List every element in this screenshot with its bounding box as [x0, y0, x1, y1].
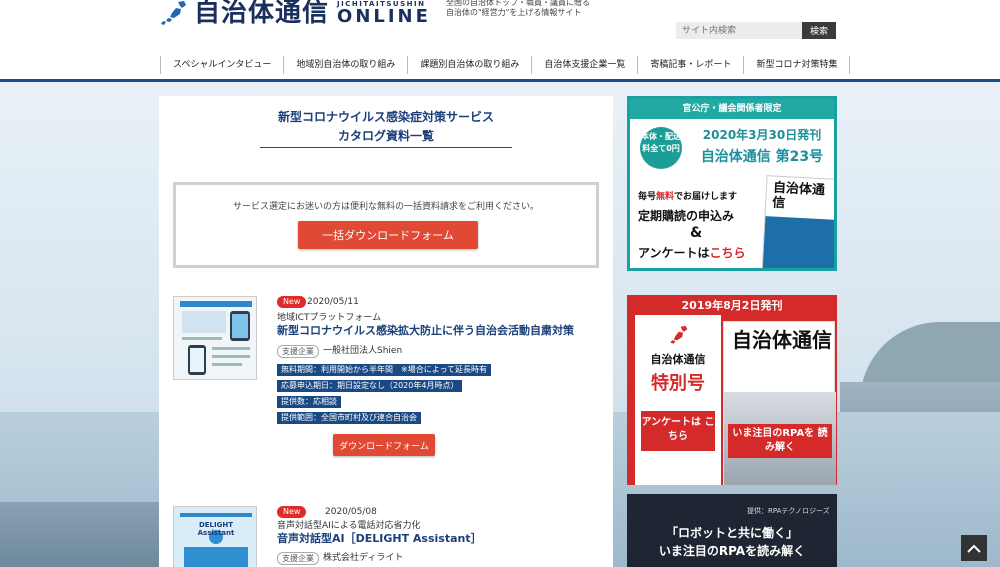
- banner-line1: 「ロボットと共に働く」: [665, 526, 798, 540]
- issue-date: 2019年8月2日発刊: [681, 299, 783, 312]
- subscription-banner[interactable]: 官公庁・議会関係者限定 本体・配送料全て0円 2020年3月30日発刊 自治体通…: [627, 96, 837, 271]
- bulk-request-notice: サービス選定にお迷いの方は便利な無料の一括資料請求をご利用ください。: [232, 202, 539, 212]
- special-issue-banner[interactable]: 2019年8月2日発刊 自治体通信 特別号 アンケートは こちら 自治体通信 い…: [627, 295, 837, 485]
- catalog-entry: New 2020/05/11 地域ICTプラットフォーム 新型コロナウイルス感染…: [173, 296, 599, 466]
- company-name: 一般社団法人Shien: [323, 346, 403, 356]
- nav-special-interview[interactable]: スペシャルインタビュー: [160, 56, 283, 74]
- ampersand: &: [690, 225, 703, 241]
- special-issue-label: 特別号: [651, 373, 705, 394]
- detail-free-period: 無料期間：利用開始から半年間 ※場合によって延長時有: [277, 364, 492, 376]
- issue-number: 自治体通信 第23号: [700, 149, 824, 165]
- main-nav: スペシャルインタビュー 地域別自治体の取り組み 課題別自治体の取り組み 自治体支…: [160, 56, 851, 74]
- detail-scope: 提供範囲：全国市町村及び連合自治会: [277, 412, 421, 424]
- nav-support-companies[interactable]: 自治体支援企業一覧: [531, 56, 637, 74]
- new-badge: New: [277, 296, 307, 308]
- subscribe-text: 定期購読の申込み: [638, 209, 735, 223]
- catalog-thumbnail-image: [174, 507, 256, 567]
- catalog-thumbnail-image: [174, 297, 256, 379]
- company-name: 株式会社ディライト: [323, 553, 404, 563]
- nav-by-issue[interactable]: 課題別自治体の取り組み: [407, 56, 531, 74]
- sponsor-tag: 提供：RPAテクノロジーズ: [747, 507, 830, 515]
- issue-date: 2020年3月30日発刊: [702, 128, 822, 142]
- magazine-cover: 自治体通信: [761, 175, 834, 268]
- entry-date: 2020/05/08: [325, 507, 377, 517]
- site-tagline: 全国の自治体トップ・職員・議員に贈る 自治体の"経営力"を上げる情報サイト: [446, 0, 590, 17]
- page-title: 新型コロナウイルス感染症対策サービス カタログ資料一覧: [277, 110, 494, 143]
- search-button[interactable]: 検索: [802, 22, 836, 39]
- bulk-request-box: サービス選定にお迷いの方は便利な無料の一括資料請求をご利用ください。 一括ダウン…: [173, 182, 599, 268]
- rpa-banner[interactable]: 提供：RPAテクノロジーズ 「ロボットと共に働く」 いま注目のRPAを読み解く: [627, 494, 837, 567]
- bulk-download-button[interactable]: 一括ダウンロードフォーム: [298, 221, 478, 249]
- banner-line2: いま注目のRPAを読み解く: [658, 544, 806, 558]
- site-logo[interactable]: 自治体通信 JICHITAITSUSHIN ONLINE: [160, 0, 431, 30]
- detail-quantity: 提供数：応相談: [277, 396, 341, 408]
- entry-title-link[interactable]: 新型コロナウイルス感染拡大防止に伴う自治会活動自粛対策: [277, 324, 574, 338]
- japan-map-icon: [161, 1, 186, 25]
- catalog-thumbnail[interactable]: DELIGHT Assistant: [173, 506, 257, 567]
- entry-category: 音声対話型AIによる電話対応省力化: [277, 521, 421, 531]
- japan-map-icon: [670, 325, 688, 344]
- thumbnail-caption: DELIGHT Assistant: [197, 521, 235, 537]
- free-delivery-text: 毎号無料でお届けします: [638, 192, 738, 202]
- logo-wordmark: 自治体通信: [194, 0, 330, 28]
- chevron-up-icon: [967, 544, 981, 553]
- entry-title-link[interactable]: 音声対話型AI［DELIGHT Assistant］: [277, 532, 482, 546]
- nav-by-region[interactable]: 地域別自治体の取り組み: [283, 56, 407, 74]
- banner-headline: 官公庁・議会関係者限定: [630, 99, 834, 119]
- company-tag: 支援企業: [277, 345, 319, 358]
- nav-articles-reports[interactable]: 寄稿記事・レポート: [637, 56, 743, 74]
- rpa-caption: いま注目のRPAを 読み解く: [728, 424, 832, 458]
- magazine-name: 自治体通信: [650, 353, 706, 366]
- download-form-button[interactable]: ダウンロードフォーム: [333, 434, 435, 456]
- company-tag: 支援企業: [277, 552, 319, 565]
- entry-date: 2020/05/11: [307, 297, 359, 307]
- catalog-thumbnail[interactable]: [173, 296, 257, 380]
- catalog-panel: 新型コロナウイルス感染症対策サービス カタログ資料一覧 サービス選定にお迷いの方…: [159, 96, 613, 567]
- title-underline: [260, 147, 512, 148]
- entry-category: 地域ICTプラットフォーム: [277, 313, 382, 323]
- site-header: 自治体通信 JICHITAITSUSHIN ONLINE 全国の自治体トップ・職…: [0, 0, 1000, 82]
- detail-deadline: 応募申込期日：期日設定なし（2020年4月時点）: [277, 380, 463, 392]
- survey-text: アンケートはこちら: [638, 246, 746, 260]
- search-input[interactable]: [676, 22, 802, 39]
- survey-button[interactable]: アンケートは こちら: [641, 411, 715, 451]
- magazine-cover: 自治体通信 いま注目のRPAを 読み解く: [723, 321, 836, 485]
- logo-online: ONLINE: [337, 6, 431, 27]
- back-to-top-button[interactable]: [961, 535, 987, 561]
- nav-covid-feature[interactable]: 新型コロナ対策特集: [743, 56, 851, 74]
- catalog-entry: DELIGHT Assistant New 2020/05/08 音声対話型AI…: [173, 506, 599, 567]
- free-circle-badge: 本体・配送料全て0円: [640, 127, 682, 169]
- new-badge: New: [277, 506, 307, 518]
